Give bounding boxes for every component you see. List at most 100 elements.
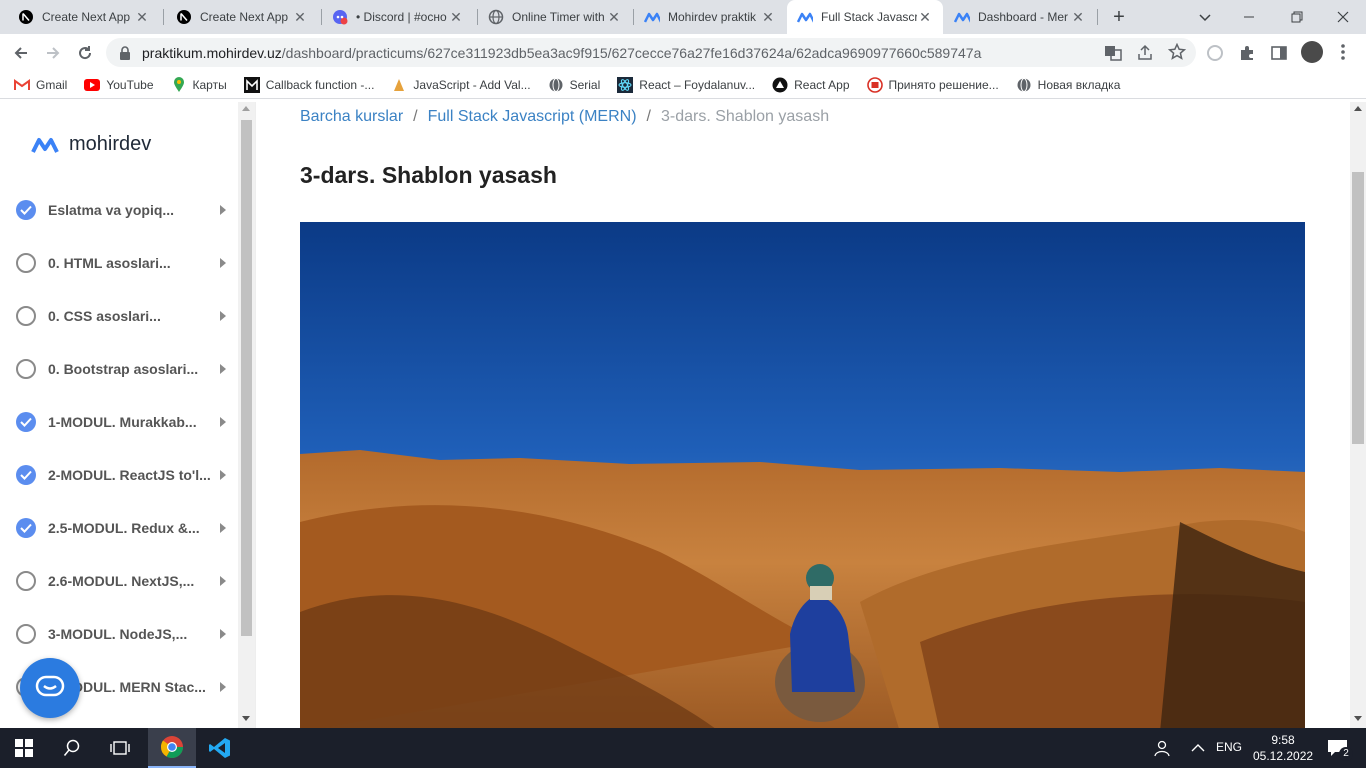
chevron-right-icon [220,470,226,480]
module-item-8[interactable]: 3-MODUL. NodeJS,... [16,619,226,649]
tab-title: Create Next App [42,10,131,24]
support-chat-button[interactable] [20,658,80,718]
module-label: Eslatma va yopiq... [48,202,175,218]
tray-chevron-up-icon[interactable] [1184,728,1212,768]
circle-icon [16,253,36,273]
nextjs-icon [176,9,192,25]
mohirdev-logo-icon [31,137,59,153]
address-bar[interactable]: praktikum.mohirdev.uz/dashboard/practicu… [106,38,1196,67]
tab-7[interactable]: Dashboard - Mer ✕ [944,0,1096,34]
window-close-icon[interactable] [1334,8,1352,26]
tab-5[interactable]: Mohirdev praktik ✕ [634,0,786,34]
lesson-video-thumbnail[interactable] [300,222,1305,728]
extension-circle-icon[interactable] [1206,44,1224,67]
translate-icon[interactable] [1104,44,1122,67]
tab-title: • Discord | #осно [356,10,447,24]
share-icon[interactable] [1136,44,1154,67]
module-item-2[interactable]: 0. CSS asoslari... [16,301,226,331]
notification-count: 2 [1339,747,1353,761]
bookmark-star-icon[interactable] [1167,42,1187,66]
chrome-taskbar-icon[interactable] [148,728,196,768]
page-scroll-up-icon[interactable] [1354,106,1362,111]
search-icon[interactable] [48,728,96,768]
module-label: 2.5-MODUL. Redux &... [48,520,200,536]
bookmark-callback[interactable]: Callback function -... [243,76,374,93]
clock[interactable]: 9:58 05.12.2022 [1253,732,1313,764]
bookmark-new-tab[interactable]: Новая вкладка [1016,77,1120,93]
lock-icon[interactable] [118,45,132,66]
page-scroll-down-icon[interactable] [1354,716,1362,721]
restore-icon[interactable] [1288,8,1306,26]
browser-toolbar: praktikum.mohirdev.uz/dashboard/practicu… [0,34,1366,71]
reload-icon[interactable] [72,40,98,66]
notifications-icon[interactable]: 2 [1318,728,1358,768]
tab-2[interactable]: Create Next App ✕ [166,0,318,34]
close-icon[interactable]: ✕ [1070,9,1086,25]
extensions-puzzle-icon[interactable] [1238,44,1256,67]
chevron-right-icon [220,258,226,268]
forward-arrow-icon[interactable] [40,40,66,66]
bookmark-javascript[interactable]: JavaScript - Add Val... [391,77,531,93]
close-icon[interactable]: ✕ [917,9,933,25]
menu-dots-icon[interactable] [1334,42,1352,67]
bookmark-youtube[interactable]: YouTube [84,77,154,93]
bookmark-label: Принято решение... [888,77,999,92]
tab-title: Dashboard - Mer [978,10,1069,24]
sidebar-scrollbar-thumb[interactable] [241,120,252,636]
minimize-icon[interactable] [1240,8,1258,26]
language-indicator[interactable]: ENG [1216,740,1242,754]
youtube-icon [84,77,101,93]
close-icon[interactable]: ✕ [760,9,776,25]
url-text: praktikum.mohirdev.uz/dashboard/practicu… [142,45,981,61]
tab-title: Mohirdev praktik [668,10,757,24]
bookmark-react-app[interactable]: React App [772,77,850,93]
mohirdev-logo[interactable]: mohirdev [31,133,151,156]
tab-4[interactable]: Online Timer with ✕ [478,0,632,34]
tab-3[interactable]: • Discord | #осно ✕ [322,0,474,34]
scroll-up-arrow-icon[interactable] [242,106,250,111]
nextjs-icon [18,9,34,25]
close-icon[interactable]: ✕ [134,9,150,25]
back-arrow-icon[interactable] [8,40,34,66]
bookmark-label: Карты [192,77,227,92]
chat-bubble-icon [35,675,65,697]
bookmark-news[interactable]: Принято решение... [866,76,999,93]
tab-1[interactable]: Create Next App ✕ [8,0,160,34]
tab-6-active[interactable]: Full Stack Javascr ✕ [787,0,943,34]
module-item-1[interactable]: 0. HTML asoslari... [16,248,226,278]
bookmark-react-docs[interactable]: React – Foydalanuv... [617,76,755,93]
page-scrollbar-thumb[interactable] [1352,172,1364,444]
people-icon[interactable] [1140,728,1184,768]
module-label: 0. CSS asoslari... [48,308,161,324]
module-item-0[interactable]: Eslatma va yopiq... [16,195,226,225]
new-tab-button[interactable]: + [1108,7,1130,27]
vscode-taskbar-icon[interactable] [196,728,244,768]
discord-icon [332,9,348,25]
bookmark-label: Gmail [36,77,68,92]
close-icon[interactable]: ✕ [448,9,464,25]
module-item-7[interactable]: 2.6-MODUL. NextJS,... [16,566,226,596]
close-icon[interactable]: ✕ [292,9,308,25]
bookmark-gmail[interactable]: Gmail [14,77,67,93]
task-view-icon[interactable] [96,728,144,768]
breadcrumb-separator: / [646,108,651,125]
module-item-5[interactable]: 2-MODUL. ReactJS to'l... [16,460,226,490]
chevron-right-icon [220,682,226,692]
start-windows-icon[interactable] [0,728,48,768]
breadcrumb-link-course[interactable]: Full Stack Javascript (MERN) [428,108,637,125]
profile-avatar[interactable] [1301,41,1323,63]
scroll-down-arrow-icon[interactable] [242,716,250,721]
tab-search-icon[interactable] [1196,8,1214,26]
bookmark-serial[interactable]: Serial [548,77,600,93]
side-panel-icon[interactable] [1270,44,1288,67]
bookmark-maps[interactable]: Карты [171,76,227,93]
breadcrumb-link-courses[interactable]: Barcha kurslar [300,108,403,125]
module-item-4[interactable]: 1-MODUL. Murakkab... [16,407,226,437]
bookmarks-bar: Gmail YouTube Карты Callback function -.… [0,71,1366,99]
course-sidebar: mohirdev Eslatma va yopiq... 0. HTML aso… [0,102,256,728]
circle-icon [16,624,36,644]
module-item-6[interactable]: 2.5-MODUL. Redux &... [16,513,226,543]
module-item-3[interactable]: 0. Bootstrap asoslari... [16,354,226,384]
close-icon[interactable]: ✕ [606,9,622,25]
clock-date: 05.12.2022 [1253,749,1314,763]
